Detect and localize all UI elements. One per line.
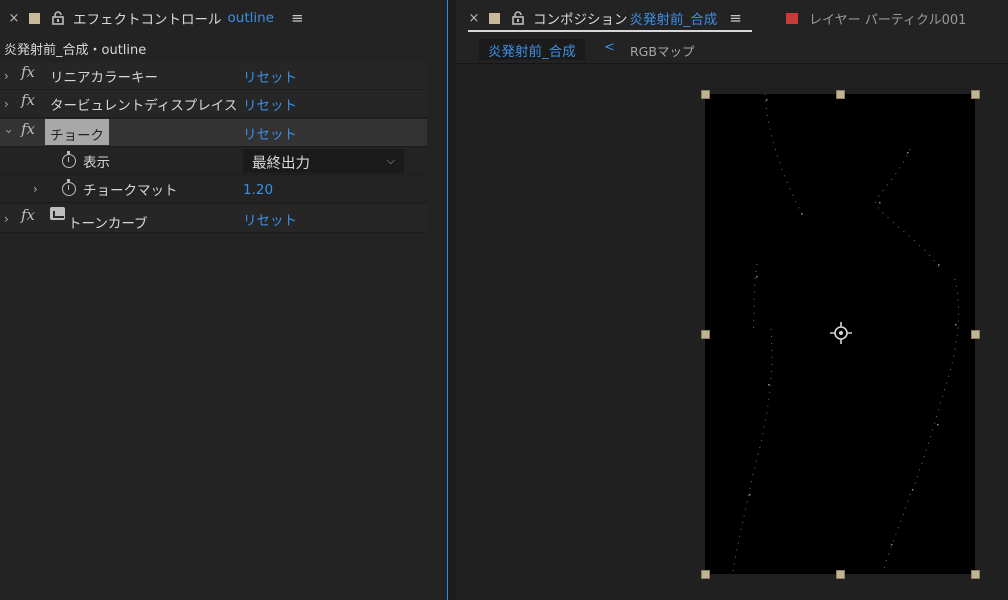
transform-handle-middle-right[interactable]	[971, 330, 980, 339]
label-color-swatch	[489, 12, 500, 24]
tab-composition-name: 炎発射前_合成	[629, 12, 718, 28]
effect-row-turbulent-displace[interactable]: › fx タービュレントディスプレイス リセット	[0, 90, 427, 118]
composition-viewer[interactable]	[456, 65, 1008, 600]
fx-icon[interactable]: fx	[21, 206, 35, 224]
property-row-choke-matte: › チョークマット 1.20	[0, 175, 427, 203]
transform-handle-bottom-center[interactable]	[836, 570, 845, 579]
transform-handle-top-right[interactable]	[971, 90, 980, 99]
tab-layer-name: outline	[227, 10, 274, 26]
effect-row-tone-curve[interactable]: › fx トーンカーブ リセット	[0, 205, 427, 233]
property-row-view: 表示 最終出力 ⌵	[0, 147, 427, 175]
layer-tab[interactable]: レイヤー パーティクル001	[786, 0, 966, 36]
transform-handle-top-center[interactable]	[836, 90, 845, 99]
breadcrumb-arrow-icon[interactable]: <	[604, 40, 615, 55]
chevron-right-icon[interactable]: ›	[33, 182, 41, 196]
chevron-right-icon[interactable]: ›	[4, 97, 12, 111]
transform-handle-bottom-right[interactable]	[971, 570, 980, 579]
effect-name-highlighted: チョーク	[45, 119, 109, 145]
layer-path: 炎発射前_合成・outline	[4, 43, 147, 58]
composition-tabbar: × コンポジション 炎発射前_合成 ≡ レイヤー パーティクル001	[456, 0, 1008, 36]
effect-preset-icon	[50, 207, 65, 220]
fx-icon[interactable]: fx	[21, 120, 35, 138]
fx-icon[interactable]: fx	[21, 63, 35, 81]
reset-link[interactable]: リセット	[243, 94, 297, 114]
effect-name: トーンカーブ	[68, 216, 148, 232]
composition-breadcrumb-bar: 炎発射前_合成 < RGBマップ	[456, 36, 1008, 64]
reset-link[interactable]: リセット	[243, 209, 297, 229]
tab-title: コンポジション	[533, 12, 628, 28]
chevron-down-icon: ⌵	[386, 154, 395, 167]
stopwatch-icon[interactable]	[62, 179, 76, 196]
label-color-swatch	[29, 12, 40, 24]
panel-menu-icon[interactable]: ≡	[291, 9, 304, 27]
dropdown-value: 最終出力	[252, 156, 310, 172]
view-dropdown[interactable]: 最終出力 ⌵	[243, 149, 404, 173]
fx-icon[interactable]: fx	[21, 91, 35, 109]
transform-handle-bottom-left[interactable]	[701, 570, 710, 579]
effect-row-linear-color-key[interactable]: › fx リニアカラーキー リセット	[0, 62, 427, 90]
property-name: 表示	[83, 154, 110, 171]
breadcrumb-active-comp[interactable]: 炎発射前_合成	[479, 39, 585, 60]
composition-panel: × コンポジション 炎発射前_合成 ≡ レイヤー パーティクル001 炎発射前_…	[456, 0, 1008, 600]
label-color-swatch	[786, 12, 798, 24]
lock-icon[interactable]	[52, 11, 64, 25]
stopwatch-icon[interactable]	[62, 151, 76, 168]
effect-controls-tabbar: × エフェクトコントロール outline ≡	[0, 0, 447, 36]
effect-controls-panel: × エフェクトコントロール outline ≡ 炎発射前_合成・outline …	[0, 0, 448, 600]
lock-icon[interactable]	[512, 11, 524, 25]
transform-handle-middle-left[interactable]	[701, 330, 710, 339]
effect-name: リニアカラーキー	[50, 69, 158, 86]
reset-link[interactable]: リセット	[243, 123, 297, 143]
close-icon[interactable]: ×	[468, 11, 480, 26]
chevron-right-icon[interactable]: ›	[4, 69, 12, 83]
anchor-point-icon[interactable]	[830, 322, 852, 344]
close-icon[interactable]: ×	[8, 11, 20, 26]
chevron-down-icon[interactable]: ›	[2, 129, 16, 137]
layer-tab-title: レイヤー パーティクル001	[809, 12, 967, 28]
effect-name: タービュレントディスプレイス	[50, 97, 238, 114]
property-name: チョークマット	[83, 182, 178, 199]
active-tab-indicator	[468, 30, 752, 32]
effect-controls-tab[interactable]: × エフェクトコントロール outline ≡	[8, 0, 304, 36]
reset-link[interactable]: リセット	[243, 66, 297, 86]
panel-menu-icon[interactable]: ≡	[729, 9, 742, 27]
choke-matte-value[interactable]: 1.20	[243, 182, 273, 198]
chevron-right-icon[interactable]: ›	[4, 212, 12, 226]
breadcrumb-next-comp[interactable]: RGBマップ	[630, 41, 694, 60]
transform-handle-top-left[interactable]	[701, 90, 710, 99]
tab-title: エフェクトコントロール	[73, 12, 222, 28]
effect-row-choke[interactable]: › fx チョーク リセット	[0, 119, 427, 147]
